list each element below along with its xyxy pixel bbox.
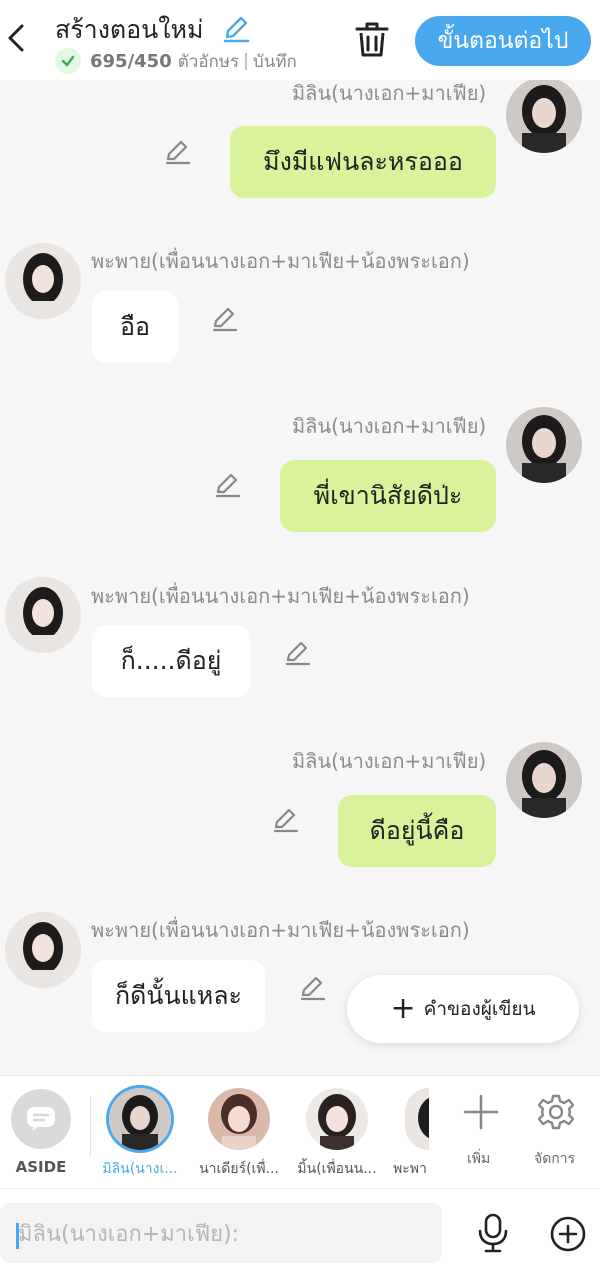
manage-label[interactable]: จัดการ	[534, 1148, 575, 1170]
back-icon[interactable]	[4, 20, 28, 56]
message-sender-name: มิลิน(นางเอก+มาเฟีย)	[292, 81, 487, 105]
check-icon	[55, 48, 81, 74]
page-title: สร้างตอนใหม่	[55, 15, 204, 44]
character-label: มิลิน(นางเ...	[102, 1161, 178, 1177]
separator: |	[243, 51, 249, 71]
avatar[interactable]	[506, 80, 582, 153]
message-bubble[interactable]: ดีอยู่นี้คือ	[338, 795, 496, 867]
edit-message-icon[interactable]	[164, 137, 192, 165]
edit-title-icon[interactable]	[221, 13, 251, 43]
gear-icon[interactable]	[536, 1092, 576, 1132]
plus-icon: +	[390, 991, 416, 1026]
edit-message-icon[interactable]	[211, 304, 239, 332]
message-sender-name: พะพาย(เพื่อนนางเอก+มาเฟีย+น้องพระเอก)	[91, 584, 470, 608]
character-label: นาเดียร์(เพื่...	[199, 1161, 279, 1177]
add-character-label[interactable]: เพิ่ม	[467, 1148, 490, 1170]
aside-button[interactable]	[11, 1089, 71, 1149]
character-avatar[interactable]	[405, 1088, 429, 1150]
edit-message-icon[interactable]	[299, 973, 327, 1001]
avatar[interactable]	[5, 577, 81, 653]
text-caret	[16, 1223, 19, 1249]
avatar[interactable]	[506, 742, 582, 818]
character-avatar[interactable]	[208, 1088, 270, 1150]
author-note-label: คำของผู้เขียน	[423, 998, 536, 1020]
message-sender-name: มิลิน(นางเอก+มาเฟีย)	[292, 414, 487, 438]
save-status[interactable]: บันทึก	[253, 48, 297, 75]
avatar[interactable]	[506, 407, 582, 483]
add-character-icon[interactable]	[461, 1092, 501, 1132]
avatar[interactable]	[5, 243, 81, 319]
trash-icon[interactable]	[353, 20, 391, 60]
edit-message-icon[interactable]	[272, 805, 300, 833]
chat-area: มิลิน(นางเอก+มาเฟีย) มึงมีแฟนละหรอออ พะพ…	[0, 80, 600, 1075]
character-count: 695/450	[90, 50, 172, 72]
character-avatar[interactable]	[306, 1088, 368, 1150]
character-label: พะพา	[393, 1161, 427, 1177]
avatar[interactable]	[5, 912, 81, 988]
aside-label: ASIDE	[15, 1158, 67, 1176]
character-unit: ตัวอักษร	[177, 51, 240, 72]
message-bubble[interactable]: ก็.....ดีอยู่	[92, 625, 250, 697]
author-note-button[interactable]: + คำของผู้เขียน	[347, 975, 579, 1043]
composer-bar: มิลิน(นางเอก+มาเฟีย):	[0, 1188, 600, 1268]
message-bubble[interactable]: พี่เขานิสัยดีป่ะ	[280, 460, 496, 532]
divider	[90, 1096, 91, 1158]
message-sender-name: มิลิน(นางเอก+มาเฟีย)	[292, 749, 487, 773]
message-bubble[interactable]: ก็ดีนั้นแหละ	[92, 960, 265, 1032]
message-bubble[interactable]: มึงมีแฟนละหรอออ	[230, 126, 496, 198]
next-step-button[interactable]: ขั้นตอนต่อไป	[415, 16, 591, 66]
edit-message-icon[interactable]	[284, 638, 312, 666]
microphone-icon[interactable]	[475, 1213, 511, 1253]
chat-bubble-icon	[27, 1107, 55, 1131]
add-circle-icon[interactable]	[549, 1215, 587, 1253]
character-bar: ASIDE มิลิน(นางเ... นาเดียร์(เพื่... มิ้…	[0, 1075, 600, 1188]
message-sender-name: พะพาย(เพื่อนนางเอก+มาเฟีย+น้องพระเอก)	[91, 249, 470, 273]
top-bar: สร้างตอนใหม่ 695/450 ตัวอักษร | บันทึก ข…	[0, 0, 600, 80]
character-avatar[interactable]	[109, 1088, 171, 1150]
message-bubble[interactable]: อือ	[92, 291, 178, 363]
character-count-row: 695/450 ตัวอักษร | บันทึก	[55, 48, 297, 74]
message-sender-name: พะพาย(เพื่อนนางเอก+มาเฟีย+น้องพระเอก)	[91, 918, 470, 942]
edit-message-icon[interactable]	[214, 470, 242, 498]
message-input[interactable]: มิลิน(นางเอก+มาเฟีย):	[0, 1203, 442, 1263]
character-label: มิ้น(เพื่อนน...	[297, 1161, 377, 1177]
